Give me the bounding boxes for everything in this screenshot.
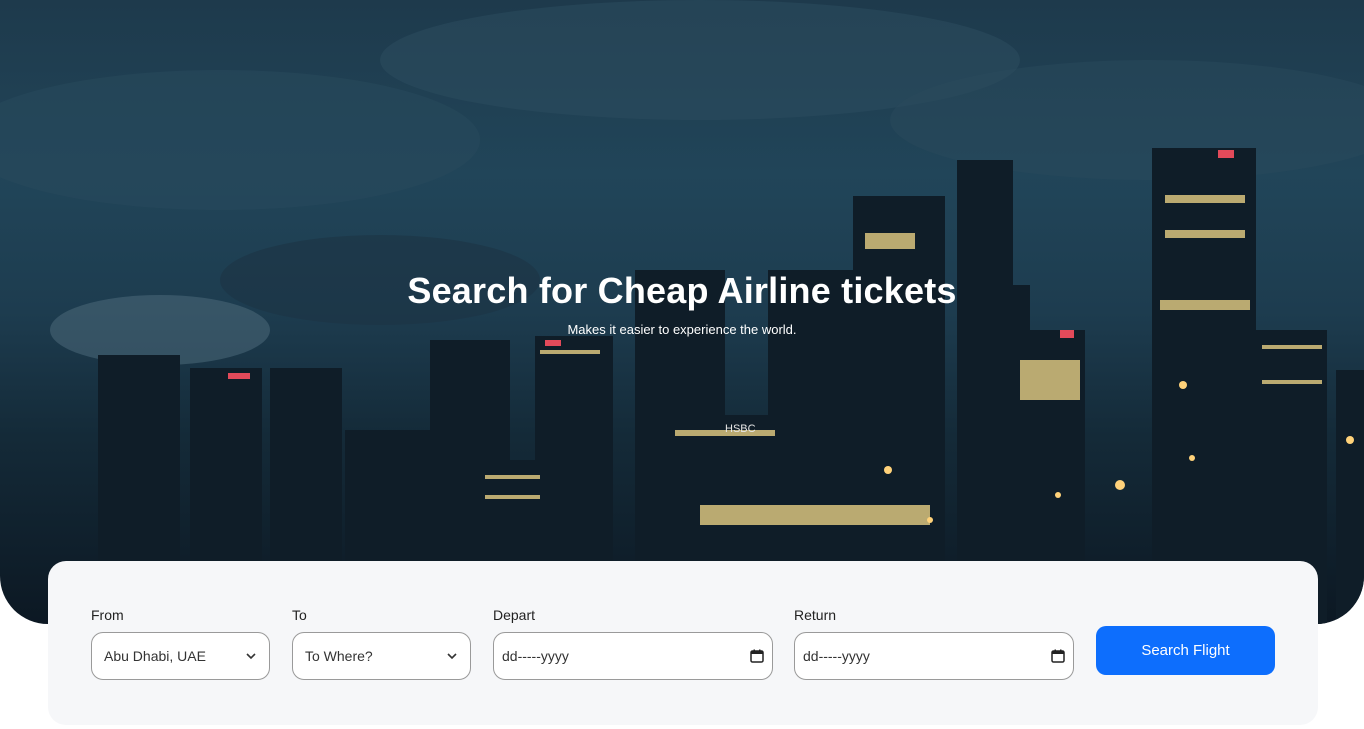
depart-label: Depart — [493, 607, 536, 623]
hero-subtitle: Makes it easier to experience the world. — [567, 322, 797, 337]
from-label: From — [91, 607, 124, 623]
city-skyline-image: HSBC — [0, 0, 1364, 624]
to-select[interactable]: To Where? — [292, 632, 471, 680]
chevron-down-icon — [246, 653, 256, 660]
calendar-icon[interactable] — [750, 649, 764, 663]
hero-title: Search for Cheap Airline tickets — [407, 270, 957, 311]
to-label: To — [292, 607, 307, 623]
return-date-input[interactable]: dd-----yyyy — [794, 632, 1074, 680]
from-select[interactable]: Abu Dhabi, UAE — [91, 632, 270, 680]
flight-search-panel: From Abu Dhabi, UAE To To Where? Depart … — [48, 561, 1318, 725]
chevron-down-icon — [447, 653, 457, 660]
return-field: Return dd-----yyyy — [794, 607, 1074, 680]
depart-field: Depart dd-----yyyy — [493, 607, 773, 680]
from-value: Abu Dhabi, UAE — [104, 648, 206, 664]
from-field: From Abu Dhabi, UAE — [91, 607, 270, 680]
return-placeholder: dd-----yyyy — [803, 648, 870, 664]
to-value: To Where? — [305, 648, 373, 664]
depart-placeholder: dd-----yyyy — [502, 648, 569, 664]
depart-date-input[interactable]: dd-----yyyy — [493, 632, 773, 680]
return-label: Return — [794, 607, 837, 623]
search-flight-button[interactable]: Search Flight — [1096, 626, 1275, 675]
calendar-icon[interactable] — [1051, 649, 1065, 663]
hsbc-sign: HSBC — [725, 423, 756, 435]
hero-banner: HSBC Search for Cheap Airline tickets Ma… — [0, 0, 1364, 624]
to-field: To To Where? — [292, 607, 471, 680]
